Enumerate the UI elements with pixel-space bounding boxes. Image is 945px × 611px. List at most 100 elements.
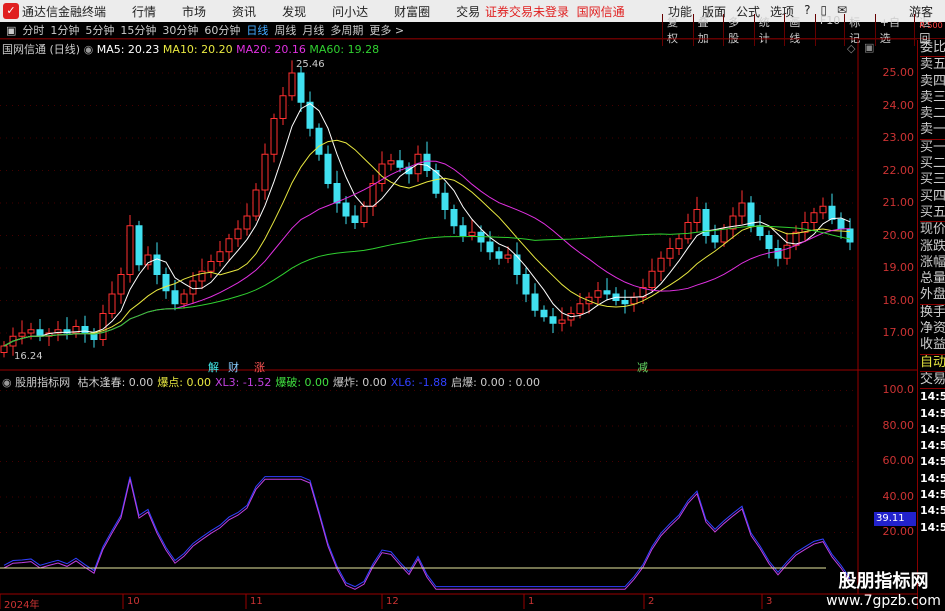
quote-field: 14:56 (920, 406, 945, 420)
price-tick: 25.00 (882, 66, 915, 79)
month-label: 2 (648, 596, 655, 607)
ma60-label: MA60: 19.28 (309, 43, 380, 56)
month-label: 10 (127, 596, 140, 607)
candle-body (288, 72, 296, 97)
candle-body (711, 235, 719, 243)
quote-field: 14:56 (920, 471, 945, 485)
month-label: 11 (250, 596, 263, 607)
quote-field: 交易 (920, 370, 945, 387)
candle-body (0, 345, 8, 353)
quote-field: 涨幅 (920, 254, 945, 270)
indicator-info: ◉ 股朋指标网 枯木逢春: 0.00 爆点: 0.00 XL3: -1.52 爆破: … (2, 374, 540, 390)
candle-body (657, 257, 665, 272)
candle-body (396, 160, 404, 168)
quote-field: 14:56 (920, 422, 945, 436)
r-tag: R 500 (919, 21, 943, 30)
indicator-value: XL3: -1.52 (215, 376, 272, 389)
indicator-value: 爆破: 0.00 (275, 376, 330, 389)
candle-body (522, 274, 530, 295)
indicator-name: 股朋指标网 (15, 376, 71, 389)
candle-body (315, 127, 323, 155)
watermark: 股朋指标网 www.7gpzb.com (822, 567, 945, 609)
candle-body (162, 274, 170, 292)
month-label: 12 (386, 596, 399, 607)
quote-field: 买二 (920, 156, 945, 172)
candle-body (558, 319, 566, 324)
indicator-tick: 40.00 (882, 489, 915, 503)
candle-body (540, 309, 548, 318)
quote-field: 卖一 (920, 122, 945, 138)
candle-body (342, 202, 350, 217)
xl6-line (3, 476, 851, 588)
candle-body (774, 248, 782, 259)
diamond-icon[interactable]: ◇ (847, 42, 855, 55)
candle-body (270, 118, 278, 155)
quote-field: 净资 (920, 321, 945, 337)
candle-body (630, 296, 638, 305)
kline-chart[interactable] (0, 0, 917, 609)
price-tick: 17.00 (882, 326, 915, 339)
candle-body (207, 261, 215, 272)
price-tick: 23.00 (882, 131, 915, 144)
candle-body (18, 332, 26, 337)
price-tick: 20.00 (882, 228, 915, 242)
signal-cai: 财 (228, 361, 239, 374)
candle-body (765, 235, 773, 249)
quote-field: 总量 (920, 271, 945, 287)
candle-body (360, 205, 368, 223)
indicator-value: XL6: -1.88 (390, 376, 448, 389)
quote-field: 买四 (920, 188, 945, 204)
candle-body (576, 303, 584, 314)
indicator-tick: 60.00 (882, 454, 915, 467)
candle-body (720, 228, 728, 243)
low-label: 16.24 (14, 351, 43, 362)
candle-body (153, 254, 161, 275)
settings-icon[interactable]: ◉ (84, 43, 94, 56)
indicator-value: 爆点: 0.00 (157, 376, 212, 389)
quote-field: 换手 (920, 303, 945, 320)
quote-field: 买五 (920, 204, 945, 220)
indicator-value: 爆炸: 0.00 (333, 376, 387, 389)
candle-body (99, 313, 107, 340)
watermark-url: www.7gpzb.com (826, 593, 941, 609)
stock-title: 国网信通 (日线) (2, 43, 81, 56)
candle-body (81, 326, 89, 334)
candle-body (666, 248, 674, 259)
quote-field: 14:56 (920, 388, 945, 405)
candle-body (252, 189, 260, 217)
quote-field: 14:56 (920, 520, 945, 534)
candle-body (594, 290, 602, 298)
candle-body (180, 293, 188, 305)
quote-field: 收益 (920, 337, 945, 353)
candle-body (387, 160, 395, 165)
current-value-badge: 39.11 (874, 512, 916, 526)
quote-field: 卖二 (920, 106, 945, 122)
ma10-label: MA10: 20.20 (162, 43, 233, 56)
price-tick: 18.00 (882, 293, 915, 307)
indicator-value: 枯木逢春: 0.00 (77, 376, 154, 389)
candle-body (828, 205, 836, 220)
quote-field: 卖三 (920, 89, 945, 105)
watermark-name: 股朋指标网 (838, 571, 929, 592)
candle-body (27, 329, 35, 334)
quote-field: 14:56 (920, 455, 945, 469)
candle-body (126, 225, 134, 275)
quote-panel: 委比 卖五 卖四 卖三 卖二 卖一 买一 买二 买三 买四 买五 现价 涨跌 涨幅 总量 外盘 换手 净资 收益 自动… (917, 40, 945, 609)
panel-icon[interactable]: ▣ (864, 41, 874, 54)
candle-body (216, 251, 224, 262)
candle-body (675, 238, 683, 249)
candle-body (306, 101, 314, 129)
ma5-label: MA5: 20.23 (96, 43, 160, 56)
indicator-tick: 20.00 (882, 525, 915, 538)
settings-icon[interactable]: ◉ (2, 376, 12, 389)
candle-body (810, 212, 818, 223)
candle-body (621, 300, 629, 305)
candle-body (459, 225, 467, 236)
candle-body (108, 293, 116, 314)
candle-body (297, 72, 305, 103)
xl3-line (3, 478, 851, 590)
quote-field: 14:56 (920, 488, 945, 502)
candle-body (549, 316, 557, 324)
chart-info: 国网信通 (日线) ◉ MA5: 20.23 MA10: 20.20 MA20:… (2, 41, 379, 57)
price-tick: 24.00 (882, 98, 915, 112)
